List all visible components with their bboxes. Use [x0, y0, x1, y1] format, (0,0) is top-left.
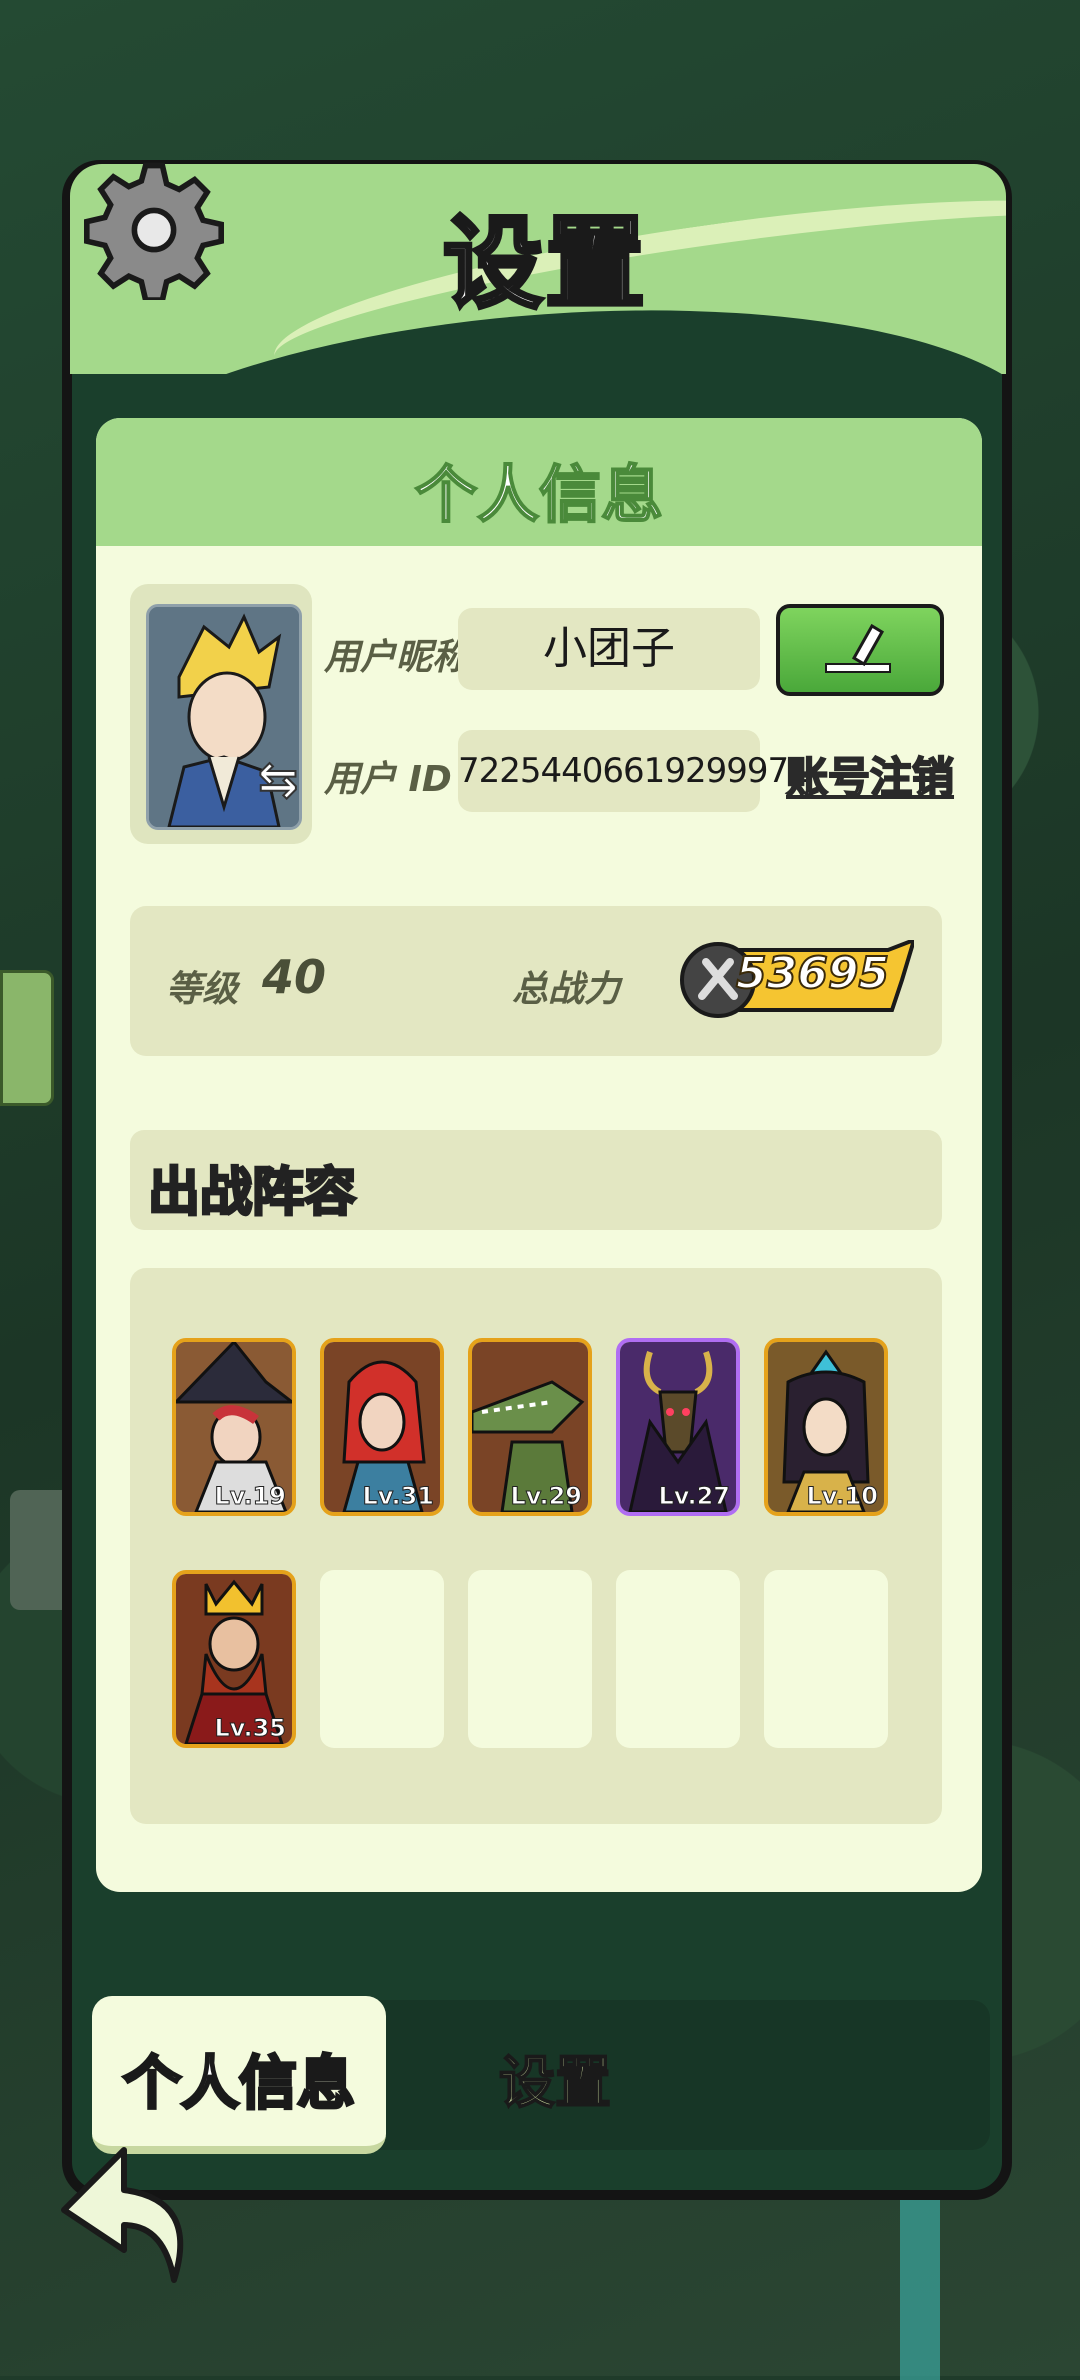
hero-card[interactable]: Lv.27: [616, 1338, 740, 1516]
side-phone-widget: [0, 970, 54, 1106]
empty-hero-slot[interactable]: [616, 1570, 740, 1748]
hero-card[interactable]: Lv.29: [468, 1338, 592, 1516]
power-value: 53695: [735, 947, 890, 1000]
level-label: 等级: [166, 969, 239, 1010]
user-id-field: 7225440661929997‌1: [458, 730, 810, 812]
hero-card[interactable]: Lv.19: [172, 1338, 296, 1516]
empty-hero-slot[interactable]: [468, 1570, 592, 1748]
nickname-label: 用户昵称: [324, 637, 469, 678]
tab-profile[interactable]: 个人信息: [92, 1996, 386, 2154]
page-title: 设置: [441, 203, 647, 324]
empty-hero-slot[interactable]: [320, 1570, 444, 1748]
back-arrow-icon[interactable]: [54, 2140, 204, 2290]
hero-level: Lv.35: [214, 1714, 286, 1743]
empty-hero-slot[interactable]: [764, 1570, 888, 1748]
edit-icon: [825, 623, 891, 673]
hero-level: Lv.31: [362, 1482, 434, 1511]
level-value: 40: [262, 950, 327, 1004]
power-label: 总战力: [512, 969, 621, 1010]
tab-settings[interactable]: 设置: [440, 2038, 670, 2119]
hero-level: Lv.29: [510, 1482, 582, 1511]
gear-icon: [84, 162, 224, 300]
profile-card-header: 个人信息: [96, 418, 982, 546]
hero-level: Lv.27: [658, 1482, 730, 1511]
swap-avatar-icon[interactable]: ⇆: [257, 751, 299, 809]
hero-level: Lv.19: [214, 1482, 286, 1511]
team-title: 出战阵容: [146, 1162, 357, 1225]
hero-card[interactable]: Lv.35: [172, 1570, 296, 1748]
hero-level: Lv.10: [806, 1482, 878, 1511]
edit-nickname-button[interactable]: [776, 604, 944, 696]
nickname-field: 小团子: [458, 608, 760, 690]
cancel-account-link[interactable]: 账号注销: [785, 744, 955, 805]
tab-profile-label: 个人信息: [121, 2048, 356, 2119]
hero-card[interactable]: Lv.31: [320, 1338, 444, 1516]
hero-card[interactable]: Lv.10: [764, 1338, 888, 1516]
id-label: 用户 ID: [324, 759, 452, 800]
section-title: 个人信息: [414, 457, 664, 532]
